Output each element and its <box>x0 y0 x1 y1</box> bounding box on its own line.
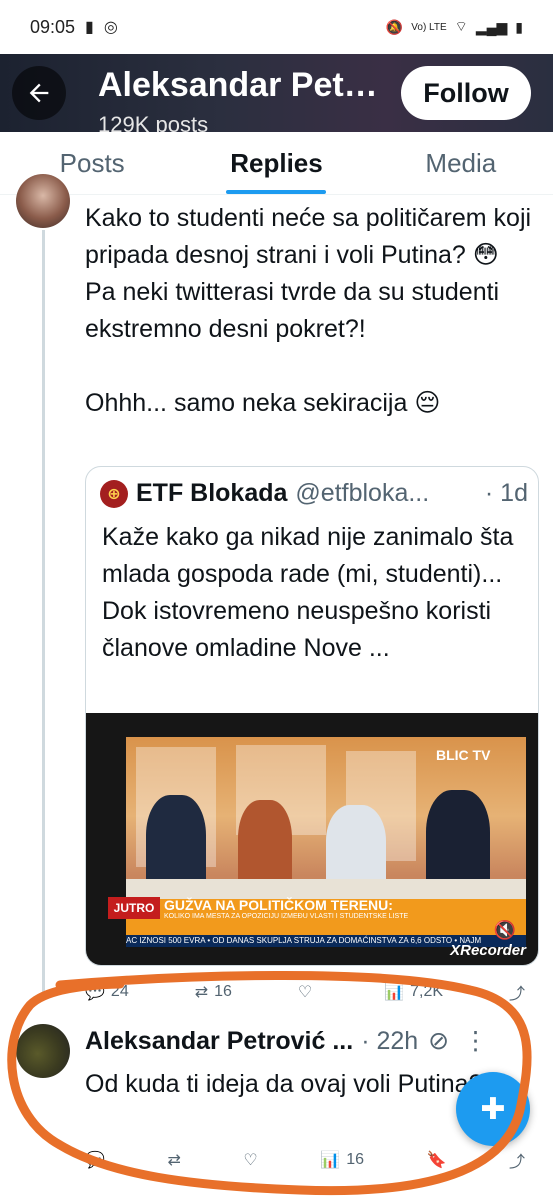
views-count: 16 <box>346 1151 364 1168</box>
status-bar: 09:05 ▮ ◎ 🔕 Vo) LTE ⌔ ▂▄▆ ▮ <box>0 0 553 54</box>
profile-name: Aleksandar Pet… <box>98 66 378 104</box>
like-button[interactable]: ♡ <box>298 982 318 1002</box>
reply-button[interactable]: 💬 <box>85 1150 105 1170</box>
mute-icon[interactable]: 🔇 <box>494 920 516 941</box>
like-button[interactable]: ♡ <box>243 1150 257 1170</box>
network-label: Vo) LTE <box>411 21 447 33</box>
share-icon: ⤴ <box>508 1154 525 1171</box>
avatar[interactable] <box>16 174 70 228</box>
quote-time: · 1d <box>484 479 528 507</box>
more-icon[interactable]: ⋮ <box>463 1026 488 1056</box>
reply-icon: 💬 <box>85 984 105 1001</box>
tweet2-actions: 💬 ⇄ ♡ 📊 16 🔖 ⤴ <box>85 1148 525 1172</box>
quote-author-handle: @etfbloka... <box>295 479 430 507</box>
channel-logo: BLIC TV <box>436 747 491 763</box>
watermark: XRecorder <box>450 942 526 959</box>
tweet-text: Kako to studenti neće sa političarem koj… <box>85 204 532 417</box>
repost-icon: ⇄ <box>167 1152 181 1169</box>
tab-posts-label: Posts <box>59 147 125 178</box>
like-icon: ♡ <box>297 984 313 1001</box>
repost-count: 16 <box>214 983 232 1000</box>
quote-author-name: ETF Blokada <box>136 479 288 507</box>
compose-icon: ✚ <box>480 1092 506 1126</box>
follow-button[interactable]: Follow <box>401 66 531 120</box>
bookmark-button[interactable]: 🔖 <box>427 1150 447 1170</box>
repost-button[interactable]: ⇄ 16 <box>195 982 232 1002</box>
share-button[interactable]: ⤴ <box>509 1148 525 1172</box>
program-label: JUTRO <box>108 897 160 919</box>
video-subline: KOLIKO IMA MESTA ZA OPOZICIJU IZMEĐU VLA… <box>164 913 409 920</box>
bookmark-icon: 🔖 <box>426 1152 447 1169</box>
reply-icon: 💬 <box>85 1152 105 1169</box>
active-tab-indicator <box>226 190 327 194</box>
sim-icon: ▮ <box>85 19 94 36</box>
profile-header: Aleksandar Pet… 129K posts Follow <box>0 54 553 132</box>
video-headline: GUŽVA NA POLITIČKOM TERENU: <box>164 897 393 913</box>
back-arrow-icon <box>29 83 49 103</box>
etf-logo-icon: ⊕ <box>100 479 128 508</box>
check-circle-icon: ◎ <box>103 19 118 36</box>
compose-button[interactable]: ✚ <box>456 1072 530 1146</box>
tweet2-author-name[interactable]: Aleksandar Petrović ... <box>85 1027 353 1056</box>
signal-icon: ▂▄▆ <box>475 18 508 35</box>
share-button[interactable]: ⤴ <box>509 980 525 1004</box>
quote-text: Kaže kako ga nikad nije zanimalo šta mla… <box>102 523 514 662</box>
tab-replies-label: Replies <box>230 147 323 178</box>
profile-tabs: Posts Replies Media <box>0 132 553 195</box>
repost-button[interactable]: ⇄ <box>167 1150 180 1170</box>
reply-count: 24 <box>110 983 129 1000</box>
views-icon: 📊 <box>384 984 405 1001</box>
quote-header: ⊕ ETF Blokada @etfbloka... · 1d <box>100 479 528 508</box>
views-count: 7,2K <box>410 983 444 1000</box>
tab-replies[interactable]: Replies <box>184 132 368 194</box>
posts-count: 129K posts <box>98 112 209 132</box>
back-button[interactable] <box>12 66 66 120</box>
reply-button[interactable]: 💬 24 <box>85 982 129 1002</box>
avatar[interactable] <box>16 1024 70 1078</box>
tab-media[interactable]: Media <box>369 132 553 194</box>
views-button[interactable]: 📊 16 <box>320 1150 364 1170</box>
views-icon: 📊 <box>320 1152 341 1169</box>
wifi-icon: ⌔ <box>454 18 468 34</box>
tweet2-text: Od kuda ti ideja da ovaj voli Putina? <box>85 1070 483 1098</box>
mute-bell-icon: 🔕 <box>385 18 404 35</box>
quote-video[interactable]: BLIC TV JUTRO GUŽVA NA POLITIČKOM TERENU… <box>86 713 538 965</box>
share-icon: ⤴ <box>508 986 525 1003</box>
grok-icon[interactable]: ⊘ <box>428 1026 449 1056</box>
status-time: 09:05 <box>30 16 76 37</box>
battery-icon: ▮ <box>515 18 523 35</box>
like-icon: ♡ <box>243 1152 258 1169</box>
views-button[interactable]: 📊 7,2K <box>384 982 443 1002</box>
tweet1-actions: 💬 24 ⇄ 16 ♡ 📊 7,2K ⤴ <box>85 980 525 1004</box>
thread-line <box>42 230 45 1000</box>
tweet2-time: · 22h <box>361 1026 419 1055</box>
tab-media-label: Media <box>425 147 497 178</box>
repost-icon: ⇄ <box>194 984 209 1001</box>
quoted-tweet[interactable]: ⊕ ETF Blokada @etfbloka... · 1d Kaže kak… <box>85 466 539 966</box>
tweet2-header: Aleksandar Petrović ... · 22h ⊘ ⋮ <box>85 1026 525 1056</box>
